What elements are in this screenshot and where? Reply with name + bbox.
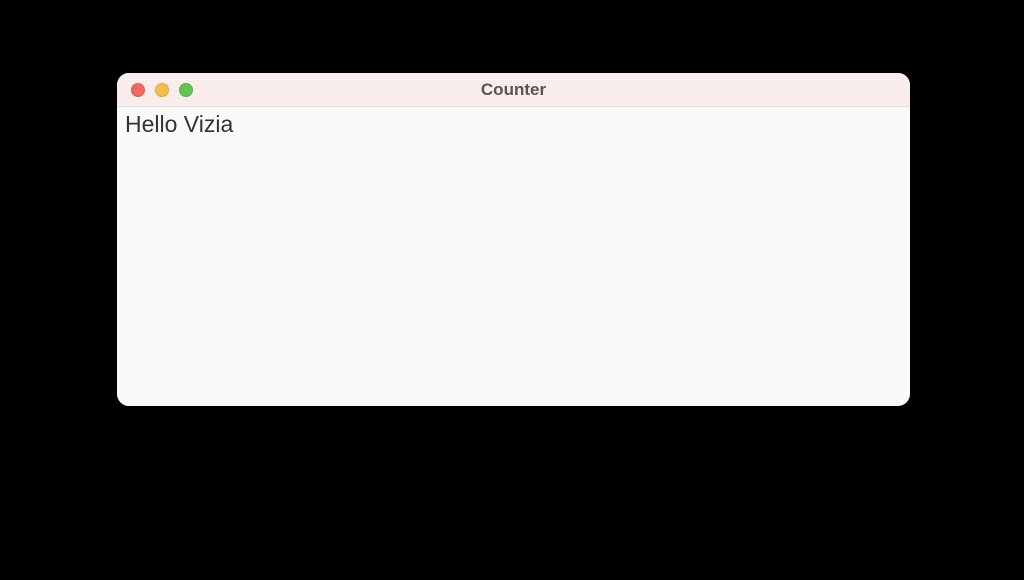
- minimize-icon[interactable]: [155, 83, 169, 97]
- window-content: Hello Vizia: [117, 107, 910, 142]
- titlebar: Counter: [117, 73, 910, 107]
- maximize-icon[interactable]: [179, 83, 193, 97]
- window-title: Counter: [117, 80, 910, 100]
- traffic-lights: [131, 83, 193, 97]
- hello-label: Hello Vizia: [125, 111, 902, 138]
- app-window: Counter Hello Vizia: [117, 73, 910, 406]
- close-icon[interactable]: [131, 83, 145, 97]
